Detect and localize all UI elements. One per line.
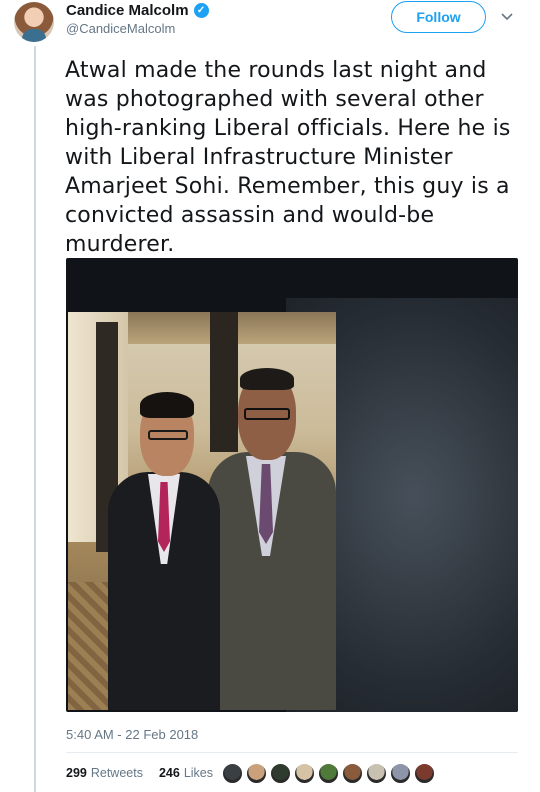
liker-avatar[interactable] (366, 763, 387, 784)
likes-count[interactable]: 246 (159, 766, 180, 780)
tweet-text: Atwal made the rounds last night and was… (65, 58, 511, 257)
follow-button[interactable]: Follow (391, 1, 486, 33)
tweet-photo[interactable] (66, 258, 518, 712)
person-left-glasses (148, 430, 188, 440)
verified-badge-icon: ✓ (193, 3, 209, 18)
retweets-count[interactable]: 299 (66, 766, 87, 780)
person-right-hair (240, 368, 294, 390)
avatar-body-shape (22, 29, 46, 42)
liker-avatar[interactable] (294, 763, 315, 784)
liker-avatar[interactable] (414, 763, 435, 784)
liker-avatar[interactable] (270, 763, 291, 784)
thread-connector-line (34, 46, 36, 792)
person-left-hair (140, 392, 194, 418)
liker-avatar[interactable] (222, 763, 243, 784)
person-right-glasses (244, 408, 290, 420)
liker-avatar[interactable] (246, 763, 267, 784)
photo-pillar (210, 312, 238, 452)
likes-label[interactable]: Likes (184, 766, 213, 780)
liker-avatar[interactable] (342, 763, 363, 784)
author-handle[interactable]: @CandiceMalcolm (66, 21, 175, 36)
author-avatar[interactable] (14, 2, 54, 42)
tweet-stats: 299 Retweets 246 Likes (66, 766, 213, 780)
liker-avatar[interactable] (390, 763, 411, 784)
author-display-name[interactable]: Candice Malcolm (66, 2, 189, 19)
printed-photo (68, 312, 336, 710)
tweet-timestamp[interactable]: 5:40 AM - 22 Feb 2018 (66, 727, 198, 742)
liker-avatar[interactable] (318, 763, 339, 784)
divider (66, 752, 518, 753)
liker-avatars (222, 763, 435, 784)
author-name-row[interactable]: Candice Malcolm ✓ (66, 2, 209, 19)
chevron-down-icon[interactable] (500, 9, 514, 23)
retweets-label[interactable]: Retweets (91, 766, 143, 780)
